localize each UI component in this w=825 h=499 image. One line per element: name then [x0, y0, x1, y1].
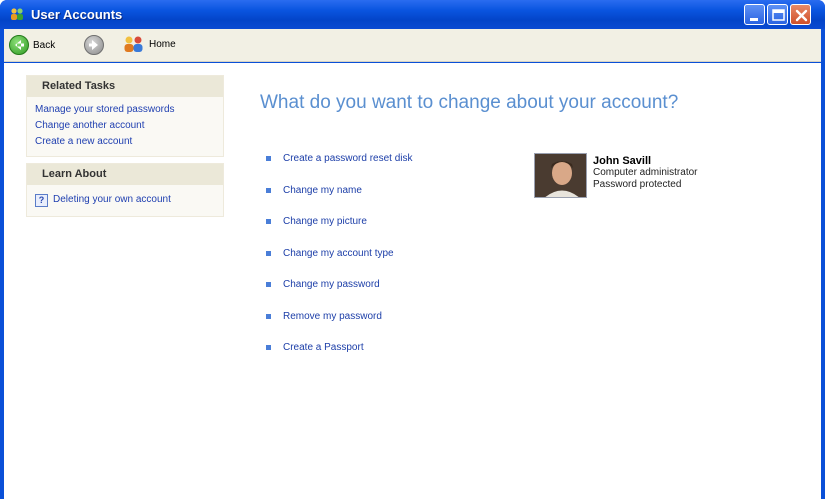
page-heading: What do you want to change about your ac…	[260, 92, 679, 113]
option-label: Change my password	[283, 279, 380, 290]
bullet-icon	[266, 188, 271, 193]
option-change-account-type[interactable]: Change my account type	[266, 248, 394, 259]
window-border-right	[821, 29, 825, 499]
option-remove-password[interactable]: Remove my password	[266, 311, 382, 322]
learn-item[interactable]: ? Deleting your own account	[35, 190, 223, 210]
user-accounts-icon	[11, 8, 23, 20]
content-area: Related Tasks Manage your stored passwor…	[4, 63, 821, 499]
user-accounts-window: User Accounts Back Home Related Tasks Ma…	[0, 0, 825, 499]
option-change-name[interactable]: Change my name	[266, 185, 362, 196]
option-label: Remove my password	[283, 311, 382, 322]
maximize-icon	[772, 9, 785, 21]
close-icon	[795, 9, 808, 22]
learn-about-panel: Learn About ? Deleting your own account	[26, 163, 224, 217]
user-status: Password protected	[593, 179, 682, 190]
bullet-icon	[266, 282, 271, 287]
user-picture	[534, 153, 587, 198]
option-label: Change my picture	[283, 216, 367, 227]
task-link-create-new-account[interactable]: Create a new account	[35, 134, 223, 150]
related-tasks-heading: Related Tasks	[27, 76, 223, 97]
option-label: Create a Passport	[283, 342, 364, 353]
close-button[interactable]	[790, 4, 811, 25]
bullet-icon	[266, 345, 271, 350]
user-role: Computer administrator	[593, 167, 698, 178]
learn-link-deleting-account[interactable]: Deleting your own account	[53, 192, 171, 208]
option-label: Change my account type	[283, 248, 394, 259]
home-button[interactable]: Home	[123, 35, 176, 53]
task-link-change-another-account[interactable]: Change another account	[35, 118, 223, 134]
option-label: Create a password reset disk	[283, 153, 413, 164]
bullet-icon	[266, 219, 271, 224]
window-title: User Accounts	[31, 7, 123, 22]
toolbar: Back Home	[4, 29, 821, 62]
option-change-picture[interactable]: Change my picture	[266, 216, 367, 227]
forward-button[interactable]	[84, 35, 104, 55]
related-tasks-panel: Related Tasks Manage your stored passwor…	[26, 75, 224, 157]
option-label: Change my name	[283, 185, 362, 196]
minimize-icon	[750, 18, 758, 21]
forward-arrow-icon	[84, 35, 104, 55]
option-create-passport[interactable]: Create a Passport	[266, 342, 364, 353]
maximize-button[interactable]	[767, 4, 788, 25]
user-card: John Savill Computer administrator Passw…	[534, 153, 697, 198]
back-button[interactable]: Back	[9, 35, 55, 55]
back-arrow-icon	[9, 35, 29, 55]
bullet-icon	[266, 251, 271, 256]
option-create-password-reset-disk[interactable]: Create a password reset disk	[266, 153, 413, 164]
minimize-button[interactable]	[744, 4, 765, 25]
home-label: Home	[149, 38, 176, 50]
task-pane: Related Tasks Manage your stored passwor…	[26, 75, 224, 223]
bullet-icon	[266, 156, 271, 161]
option-change-password[interactable]: Change my password	[266, 279, 380, 290]
home-users-icon	[124, 36, 143, 52]
help-icon: ?	[35, 193, 48, 207]
title-bar[interactable]: User Accounts	[0, 0, 825, 29]
task-link-manage-passwords[interactable]: Manage your stored passwords	[35, 102, 223, 118]
user-name: John Savill	[593, 155, 652, 167]
learn-about-heading: Learn About	[27, 164, 223, 185]
back-label: Back	[33, 39, 56, 51]
bullet-icon	[266, 314, 271, 319]
